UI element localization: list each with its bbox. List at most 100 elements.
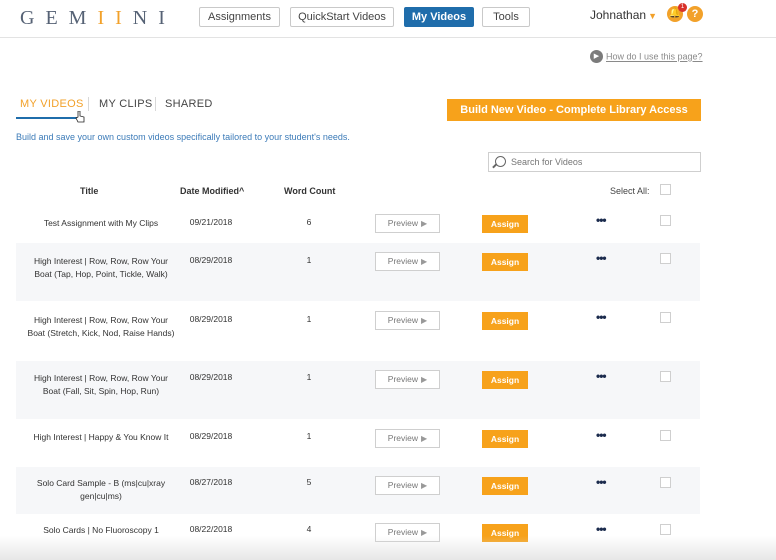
- date-modified: 08/29/2018: [189, 431, 233, 441]
- help-link[interactable]: ▶ How do I use this page?: [590, 50, 703, 63]
- help-icon[interactable]: ?: [687, 6, 703, 22]
- play-icon: ▶: [590, 50, 603, 63]
- word-count: 4: [306, 524, 312, 534]
- preview-label: Preview: [387, 218, 419, 228]
- more-options-icon[interactable]: •••: [596, 523, 607, 535]
- word-count: 1: [306, 255, 312, 265]
- date-modified: 08/29/2018: [189, 314, 233, 324]
- more-options-icon[interactable]: •••: [596, 311, 607, 323]
- notification-badge: 1: [678, 3, 687, 12]
- user-menu[interactable]: Johnathan ▼: [590, 8, 657, 22]
- row-checkbox[interactable]: [660, 371, 671, 382]
- more-options-icon[interactable]: •••: [596, 370, 607, 382]
- date-modified: 08/29/2018: [189, 255, 233, 265]
- select-all-checkbox[interactable]: [660, 184, 671, 195]
- row-checkbox[interactable]: [660, 477, 671, 488]
- preview-button[interactable]: Preview ▶: [375, 252, 440, 271]
- table-row: High Interest | Row, Row, Row Your Boat …: [16, 243, 700, 301]
- video-title: High Interest | Row, Row, Row Your Boat …: [33, 373, 169, 396]
- date-modified: 08/27/2018: [189, 477, 233, 487]
- play-icon: ▶: [421, 219, 428, 228]
- nav-quickstart-videos[interactable]: QuickStart Videos: [290, 7, 394, 27]
- assign-button[interactable]: Assign: [482, 430, 528, 448]
- gemini-logo[interactable]: GEMIINI: [20, 7, 176, 30]
- table-row: High Interest | Happy & You Know It 08/29…: [16, 420, 700, 467]
- preview-button[interactable]: Preview ▶: [375, 476, 440, 495]
- tab-my-videos[interactable]: MY VIDEOS: [20, 98, 84, 110]
- assign-button[interactable]: Assign: [482, 371, 528, 389]
- video-title: High Interest | Row, Row, Row Your Boat …: [33, 256, 169, 279]
- table-row: Test Assignment with My Clips 09/21/2018 6…: [16, 205, 700, 243]
- bottom-fade: [0, 536, 776, 560]
- select-all-label: Select All:: [610, 186, 650, 196]
- table-row: Solo Card Sample - B (ms|cu|xray gen|cu|…: [16, 467, 700, 514]
- tab-shared[interactable]: SHARED: [165, 98, 213, 110]
- word-count: 1: [306, 372, 312, 382]
- column-header-date[interactable]: Date Modified^: [180, 186, 244, 196]
- date-modified: 08/29/2018: [189, 372, 233, 382]
- page-description: Build and save your own custom videos sp…: [16, 132, 350, 142]
- video-title: Solo Card Sample - B (ms|cu|xray gen|cu|…: [36, 478, 166, 501]
- row-checkbox[interactable]: [660, 524, 671, 535]
- assign-button[interactable]: Assign: [482, 215, 528, 233]
- play-icon: ▶: [421, 481, 428, 490]
- search-box[interactable]: [488, 152, 701, 172]
- tab-my-clips[interactable]: MY CLIPS: [99, 98, 153, 110]
- date-header-label: Date Modified: [180, 186, 240, 196]
- user-name: Johnathan: [590, 8, 647, 22]
- logo-text-mid: II: [97, 7, 133, 29]
- hand-cursor-icon: [75, 111, 85, 123]
- video-title: Solo Cards | No Fluoroscopy 1: [43, 525, 159, 535]
- help-link-text: How do I use this page?: [606, 51, 703, 62]
- caret-down-icon: ▼: [648, 11, 657, 21]
- play-icon: ▶: [421, 257, 428, 266]
- preview-button[interactable]: Preview ▶: [375, 370, 440, 389]
- row-checkbox[interactable]: [660, 253, 671, 264]
- play-icon: ▶: [421, 434, 428, 443]
- logo-text-right: NI: [132, 7, 176, 29]
- more-options-icon[interactable]: •••: [596, 476, 607, 488]
- notification-bell-icon[interactable]: 🔔 1: [667, 3, 687, 22]
- preview-label: Preview: [387, 374, 419, 384]
- preview-label: Preview: [387, 480, 419, 490]
- active-tab-indicator: [16, 117, 82, 119]
- column-header-title: Title: [80, 186, 99, 196]
- preview-button[interactable]: Preview ▶: [375, 429, 440, 448]
- row-checkbox[interactable]: [660, 312, 671, 323]
- top-bar: GEMIINI Assignments QuickStart Videos My…: [0, 0, 776, 38]
- preview-label: Preview: [387, 433, 419, 443]
- video-title: High Interest | Row, Row, Row Your Boat …: [27, 315, 175, 338]
- more-options-icon[interactable]: •••: [596, 214, 607, 226]
- row-checkbox[interactable]: [660, 215, 671, 226]
- word-count: 6: [306, 217, 312, 227]
- word-count: 1: [306, 431, 312, 441]
- sort-ascending-icon: ^: [239, 186, 245, 196]
- search-input[interactable]: [511, 155, 696, 169]
- more-options-icon[interactable]: •••: [596, 429, 607, 441]
- build-new-video-button[interactable]: Build New Video - Complete Library Acces…: [447, 99, 701, 121]
- date-modified: 08/22/2018: [189, 524, 233, 534]
- preview-label: Preview: [387, 315, 419, 325]
- play-icon: ▶: [421, 316, 428, 325]
- column-header-word-count: Word Count: [284, 186, 336, 196]
- table-row: High Interest | Row, Row, Row Your Boat …: [16, 361, 700, 419]
- nav-my-videos[interactable]: My Videos: [404, 7, 474, 27]
- date-modified: 09/21/2018: [189, 217, 233, 227]
- logo-text-left: GEM: [20, 7, 98, 29]
- tab-divider: [88, 97, 89, 111]
- word-count: 5: [306, 477, 312, 487]
- preview-button[interactable]: Preview ▶: [375, 214, 440, 233]
- more-options-icon[interactable]: •••: [596, 252, 607, 264]
- preview-label: Preview: [387, 256, 419, 266]
- assign-button[interactable]: Assign: [482, 312, 528, 330]
- assign-button[interactable]: Assign: [482, 253, 528, 271]
- table-row: High Interest | Row, Row, Row Your Boat …: [16, 302, 700, 360]
- assign-button[interactable]: Assign: [482, 477, 528, 495]
- nav-assignments[interactable]: Assignments: [199, 7, 280, 27]
- row-checkbox[interactable]: [660, 430, 671, 441]
- preview-button[interactable]: Preview ▶: [375, 311, 440, 330]
- play-icon: ▶: [421, 375, 428, 384]
- video-title: High Interest | Happy & You Know It: [33, 432, 169, 442]
- video-title: Test Assignment with My Clips: [43, 218, 159, 228]
- nav-tools[interactable]: Tools: [482, 7, 530, 27]
